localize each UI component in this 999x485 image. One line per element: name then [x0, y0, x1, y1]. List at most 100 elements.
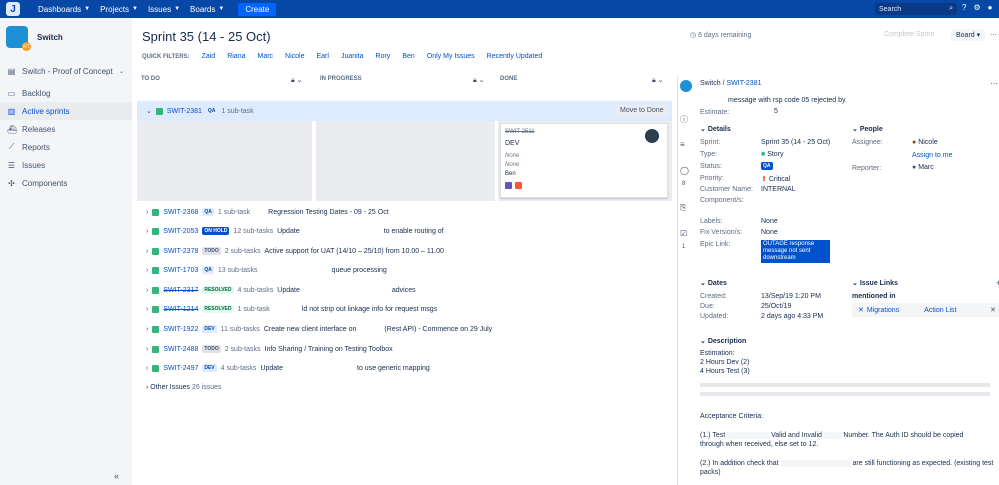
issue-key[interactable]: SWIT-2368 [163, 209, 198, 216]
type-value[interactable]: ■ Story [761, 151, 784, 158]
move-to-done-button[interactable]: Move to Done [616, 105, 668, 116]
issue-key[interactable]: SWIT-1922 [163, 326, 198, 333]
lock-icon[interactable]: 🔒︎ ⌄ [473, 76, 485, 85]
details-section-title[interactable]: ⌄ Details [700, 125, 731, 133]
avatar[interactable]: ● [988, 3, 993, 12]
chevron-right-icon[interactable]: › [146, 267, 148, 274]
filter-zaid[interactable]: Zaid [202, 53, 216, 60]
sidebar-item-releases[interactable]: ⛴ Releases [0, 120, 132, 138]
issue-key[interactable]: SWIT-2317 [163, 287, 198, 294]
sidebar-item-backlog[interactable]: ▭ Backlog [0, 84, 132, 102]
nav-projects[interactable]: Projects ▼ [100, 5, 138, 14]
sidebar-item-components[interactable]: ✣ Components [0, 174, 132, 192]
chevron-right-icon[interactable]: › [146, 365, 148, 372]
issue-key[interactable]: SWIT-2378 [163, 248, 198, 255]
filter-riana[interactable]: Riana [227, 53, 245, 60]
issue-summary[interactable]: message with rsp code 05 rejected by [728, 97, 846, 104]
nav-boards[interactable]: Boards ▼ [190, 5, 224, 14]
lock-icon[interactable]: 🔒︎ ⌄ [652, 76, 664, 85]
sidebar-item-reports[interactable]: ⟋ Reports [0, 138, 132, 156]
chevron-right-icon[interactable]: › [146, 248, 148, 255]
filter-nicole[interactable]: Nicole [285, 53, 304, 60]
chevron-right-icon[interactable]: › [146, 287, 148, 294]
board-menu-button[interactable]: Board ▾ [951, 29, 986, 41]
customer-value[interactable]: INTERNAL [761, 186, 796, 193]
project-name[interactable]: Switch [37, 33, 63, 42]
swimlane-row[interactable]: › SWIT-2378 TODO 2 sub-tasks Active support … [146, 247, 444, 255]
issue-key[interactable]: SWIT-1703 [163, 267, 198, 274]
swimlane-row[interactable]: › SWIT-1922 DEV 11 sub-tasks Create new clie… [146, 325, 492, 333]
swimlane-row[interactable]: › SWIT-2317 RESOLVED 4 sub-tasks Update advic… [146, 286, 416, 294]
assign-to-me-link[interactable]: Assign to me [912, 152, 952, 159]
chevron-right-icon[interactable]: › [146, 306, 148, 313]
issue-card[interactable]: SWIT-2511 DEV None None Ben [500, 123, 668, 198]
issue-key[interactable]: SWIT-2053 [163, 228, 198, 235]
assignee-value[interactable]: ● Nicole [912, 139, 938, 146]
more-options-icon[interactable]: ⋯ [990, 79, 998, 88]
people-section-title[interactable]: ⌄ People [852, 125, 883, 133]
status-value[interactable]: QA [761, 162, 773, 170]
ac-text: Valid and Invalid [771, 432, 822, 439]
swimlane-row[interactable]: › SWIT-2368 QA 1 sub-task Regression Testing… [146, 208, 389, 216]
swimlane-row[interactable]: › SWIT-1703 QA 13 sub-tasks queue processing [146, 266, 387, 274]
nav-issues[interactable]: Issues ▼ [148, 5, 180, 14]
card-issue-key[interactable]: SWIT-2511 [505, 129, 535, 135]
swimlane-row[interactable]: › SWIT-2488 TODO 2 sub-tasks Info Sharing / … [146, 345, 393, 353]
epic-link-value[interactable]: OUTAGE response message not sent downstr… [761, 240, 830, 263]
dates-section-title[interactable]: ⌄ Dates [700, 279, 727, 287]
help-icon[interactable]: ? [962, 3, 966, 12]
complete-sprint-button[interactable]: Complete Sprint [884, 31, 934, 38]
priority-value[interactable]: ⬆ Critical [761, 175, 790, 183]
swimlane-row[interactable]: › SWIT-1214 RESOLVED 1 sub-task ld not strip… [146, 305, 437, 313]
sidebar-item-project-type[interactable]: ▤ Switch - Proof of Concept ⌄ [0, 62, 132, 80]
sidebar-item-active-sprints[interactable]: ▥ Active sprints [0, 102, 132, 120]
breadcrumb-project[interactable]: Switch [700, 80, 721, 87]
chevron-right-icon[interactable]: › [146, 346, 148, 353]
create-button[interactable]: Create [238, 2, 277, 16]
reporter-value[interactable]: ● Marc [912, 164, 934, 171]
issue-key[interactable]: SWIT-2488 [163, 346, 198, 353]
settings-icon[interactable]: ⚙ [973, 3, 980, 12]
filter-marc[interactable]: Marc [257, 53, 273, 60]
chevron-right-icon[interactable]: › [146, 209, 148, 216]
due-value[interactable]: 25/Oct/19 [761, 303, 791, 310]
issue-key[interactable]: SWIT-2497 [163, 365, 198, 372]
lock-icon[interactable]: 🔒︎ ⌄ [291, 76, 303, 85]
attachment-icon[interactable]: ⎘ [680, 203, 686, 213]
issue-key[interactable]: SWIT-1214 [163, 306, 198, 313]
collapse-sidebar-icon[interactable]: « [114, 471, 119, 481]
chevron-down-icon[interactable]: ⌄ [146, 107, 152, 115]
filter-ben[interactable]: Ben [402, 53, 414, 60]
labels-value[interactable]: None [761, 218, 778, 225]
filter-only-my-issues[interactable]: Only My Issues [427, 53, 475, 60]
swimlane-row[interactable]: ⌄ SWIT-2381 QA 1 sub-task [146, 107, 254, 115]
sidebar-item-issues[interactable]: ☰ Issues [0, 156, 132, 174]
fix-version-value[interactable]: None [761, 229, 778, 236]
breadcrumb-issue-key[interactable]: SWIT-2381 [726, 80, 761, 87]
filter-juanita[interactable]: Juanita [341, 53, 364, 60]
description-section-title[interactable]: ⌄ Description [700, 337, 746, 345]
filter-rory[interactable]: Rory [376, 53, 391, 60]
more-options-icon[interactable]: ⋯ [990, 31, 997, 39]
issue-links-section-title[interactable]: ⌄ Issue Links [852, 279, 898, 287]
jira-logo-icon[interactable]: J [6, 2, 20, 16]
filter-recently-updated[interactable]: Recently Updated [487, 53, 543, 60]
swimlane-row[interactable]: › SWIT-2053 ON HOLD 12 sub-tasks Update to en… [146, 227, 444, 235]
issue-key[interactable]: SWIT-2381 [167, 108, 202, 115]
issue-link-item[interactable]: ✕ Migrations Action List ✕ [852, 303, 999, 317]
close-icon[interactable]: ✕ [990, 306, 996, 314]
sprint-value[interactable]: Sprint 35 (14 - 25 Oct) [761, 139, 830, 146]
comment-icon[interactable]: ◯ [680, 166, 689, 175]
subtask-icon[interactable]: ☑ [680, 229, 687, 238]
search-input[interactable]: Search ⌕ [875, 3, 957, 15]
project-avatar[interactable]: RT [6, 26, 31, 51]
info-icon[interactable]: ⓘ [680, 114, 688, 125]
swimlane-row[interactable]: › SWIT-2497 DEV 4 sub-tasks Update to use gen… [146, 364, 430, 372]
filter-earl[interactable]: Earl [317, 53, 329, 60]
chevron-right-icon[interactable]: › [146, 228, 148, 235]
other-issues-row[interactable]: › Other Issues 26 issues [146, 384, 222, 391]
chevron-right-icon[interactable]: › [146, 326, 148, 333]
description-icon[interactable]: ≡ [680, 140, 685, 149]
estimate-value[interactable]: 5 [774, 108, 778, 115]
nav-dashboards[interactable]: Dashboards ▼ [38, 5, 90, 14]
